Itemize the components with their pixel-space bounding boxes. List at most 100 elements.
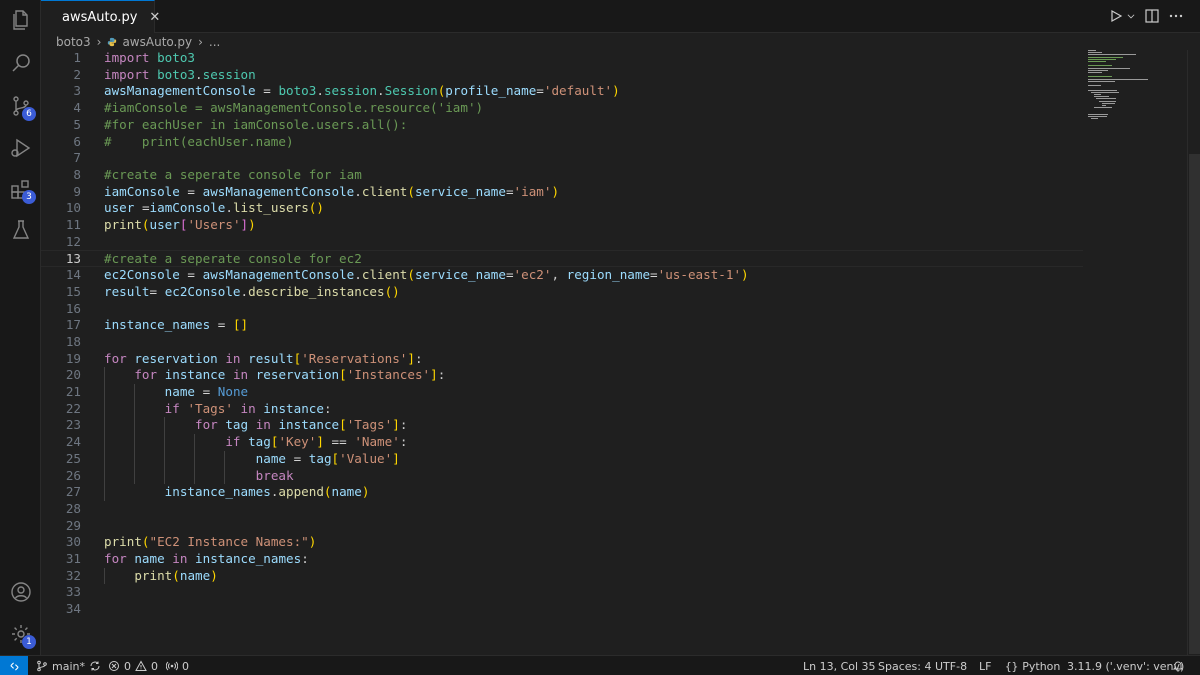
indentation[interactable]: Spaces: 4: [878, 656, 931, 675]
source-control-icon[interactable]: 6: [0, 86, 41, 126]
code-line: 17 instance_names = []: [41, 317, 1187, 334]
remote-indicator[interactable]: [0, 656, 28, 675]
language-text: Python: [1022, 659, 1061, 673]
code-line: 5 #for eachUser in iamConsole.users.all()…: [41, 117, 1187, 134]
code-text: for instance in reservation['Instances']…: [134, 367, 446, 383]
minimap-line: [1088, 61, 1106, 62]
extensions-icon[interactable]: 3: [0, 170, 41, 210]
sync-icon[interactable]: [89, 660, 101, 672]
git-branch-icon: [37, 660, 47, 672]
notifications[interactable]: [1172, 656, 1184, 675]
minimap[interactable]: [1088, 50, 1178, 130]
line-number: 21: [65, 384, 81, 399]
code-line: 34: [41, 601, 1187, 618]
more-actions-icon[interactable]: [1168, 8, 1184, 24]
code-line: 7: [41, 150, 1187, 167]
minimap-line: [1088, 54, 1136, 56]
error-count: 0: [124, 659, 131, 673]
testing-icon[interactable]: [0, 210, 41, 250]
code-text: #create a seperate console for iam: [104, 166, 362, 182]
code-line: 26 break: [41, 468, 1187, 485]
code-line: 30 print("EC2 Instance Names:"): [41, 534, 1187, 551]
end-of-line[interactable]: LF: [979, 656, 991, 675]
line-number: 28: [65, 500, 81, 516]
explorer-icon[interactable]: [0, 0, 41, 40]
line-number: 3: [73, 83, 81, 99]
code-line: 8 #create a seperate console for iam: [41, 167, 1187, 184]
language-mode[interactable]: {} Python: [1005, 656, 1060, 675]
tab-awsauto[interactable]: awsAuto.py ✕: [41, 0, 160, 33]
python-interpreter[interactable]: 3.11.9 ('.venv': venv): [1067, 656, 1184, 675]
line-number: 12: [65, 233, 81, 249]
code-text: awsManagementConsole = boto3.session.Ses…: [104, 83, 620, 99]
chevron-right-icon: ›: [96, 35, 102, 49]
vertical-scrollbar[interactable]: [1187, 50, 1200, 655]
minimap-line: [1090, 118, 1099, 120]
line-number: 11: [65, 217, 81, 232]
ports-indicator[interactable]: 0: [166, 656, 189, 675]
line-number: 22: [65, 400, 81, 416]
minimap-line: [1102, 105, 1106, 106]
editor-actions: [1108, 8, 1184, 24]
line-number: 10: [65, 200, 81, 216]
indent-guide: [224, 450, 225, 485]
run-debug-icon[interactable]: [0, 128, 41, 168]
close-icon[interactable]: ✕: [149, 10, 160, 25]
line-number: 2: [73, 66, 81, 82]
code-line: 15 result= ec2Console.describe_instances(…: [41, 284, 1187, 301]
run-python-file-icon[interactable]: [1108, 8, 1124, 24]
split-editor-icon[interactable]: [1144, 8, 1160, 24]
minimap-line: [1088, 58, 1116, 60]
line-number: 24: [65, 434, 81, 450]
code-line: 16: [41, 301, 1187, 318]
minimap-line: [1088, 56, 1123, 58]
code-text: #create a seperate console for ec2: [104, 251, 362, 267]
code-text: for name in instance_names:: [104, 551, 309, 566]
account-icon[interactable]: [0, 572, 41, 612]
code-line: 14 ec2Console = awsManagementConsole.clie…: [41, 267, 1187, 284]
line-number: 32: [65, 567, 81, 583]
activity-bar: 6 3 1: [0, 0, 41, 655]
code-line: 19 for reservation in result['Reservation…: [41, 351, 1187, 368]
indent-guide: [164, 417, 165, 485]
minimap-line: [1088, 50, 1097, 51]
code-text: print(user['Users']): [104, 217, 256, 232]
code-text: result= ec2Console.describe_instances(): [104, 283, 400, 299]
minimap-line: [1096, 98, 1116, 100]
code-line: 3 awsManagementConsole = boto3.session.Se…: [41, 83, 1187, 100]
search-icon[interactable]: [0, 43, 41, 83]
code-line: 1 import boto3: [41, 50, 1187, 67]
line-number: 26: [65, 467, 81, 483]
line-number: 31: [65, 551, 81, 566]
code-text: # print(eachUser.name): [104, 133, 294, 149]
remote-icon: [9, 661, 19, 671]
warning-count: 0: [151, 659, 158, 673]
minimap-line: [1099, 100, 1116, 102]
scrollbar-thumb[interactable]: [1189, 154, 1200, 654]
encoding-text: UTF-8: [935, 659, 968, 673]
minimap-line: [1088, 52, 1102, 54]
code-text: name = tag['Value']: [255, 450, 400, 466]
code-line: 2 import boto3.session: [41, 67, 1187, 84]
cursor-position[interactable]: Ln 13, Col 35: [803, 656, 876, 675]
breadcrumb-folder[interactable]: boto3: [56, 35, 91, 49]
branch-indicator[interactable]: main*: [36, 656, 101, 675]
line-number: 29: [65, 517, 81, 533]
interpreter-text: 3.11.9 ('.venv': venv): [1067, 659, 1185, 673]
code-line: 10 user =iamConsole.list_users(): [41, 200, 1187, 217]
encoding[interactable]: UTF-8: [935, 656, 967, 675]
problems-indicator[interactable]: 0 0: [108, 656, 158, 675]
line-number: 6: [73, 133, 81, 149]
chevron-down-icon[interactable]: [1126, 8, 1136, 24]
code-text: for reservation in result['Reservations'…: [104, 350, 423, 366]
breadcrumb-more[interactable]: ...: [209, 35, 220, 49]
manage-gear-icon[interactable]: 1: [0, 614, 41, 654]
indentation-text: Spaces: 4: [878, 659, 932, 673]
code-editor[interactable]: 1 import boto3 2 import boto3.session 3 aws…: [41, 50, 1187, 655]
minimap-line: [1093, 94, 1102, 95]
tab-label: awsAuto.py: [62, 9, 138, 25]
line-number: 30: [65, 534, 81, 550]
breadcrumb-file[interactable]: awsAuto.py: [122, 35, 192, 49]
code-line: 6 # print(eachUser.name): [41, 134, 1187, 151]
code-text: name = None: [164, 384, 249, 399]
